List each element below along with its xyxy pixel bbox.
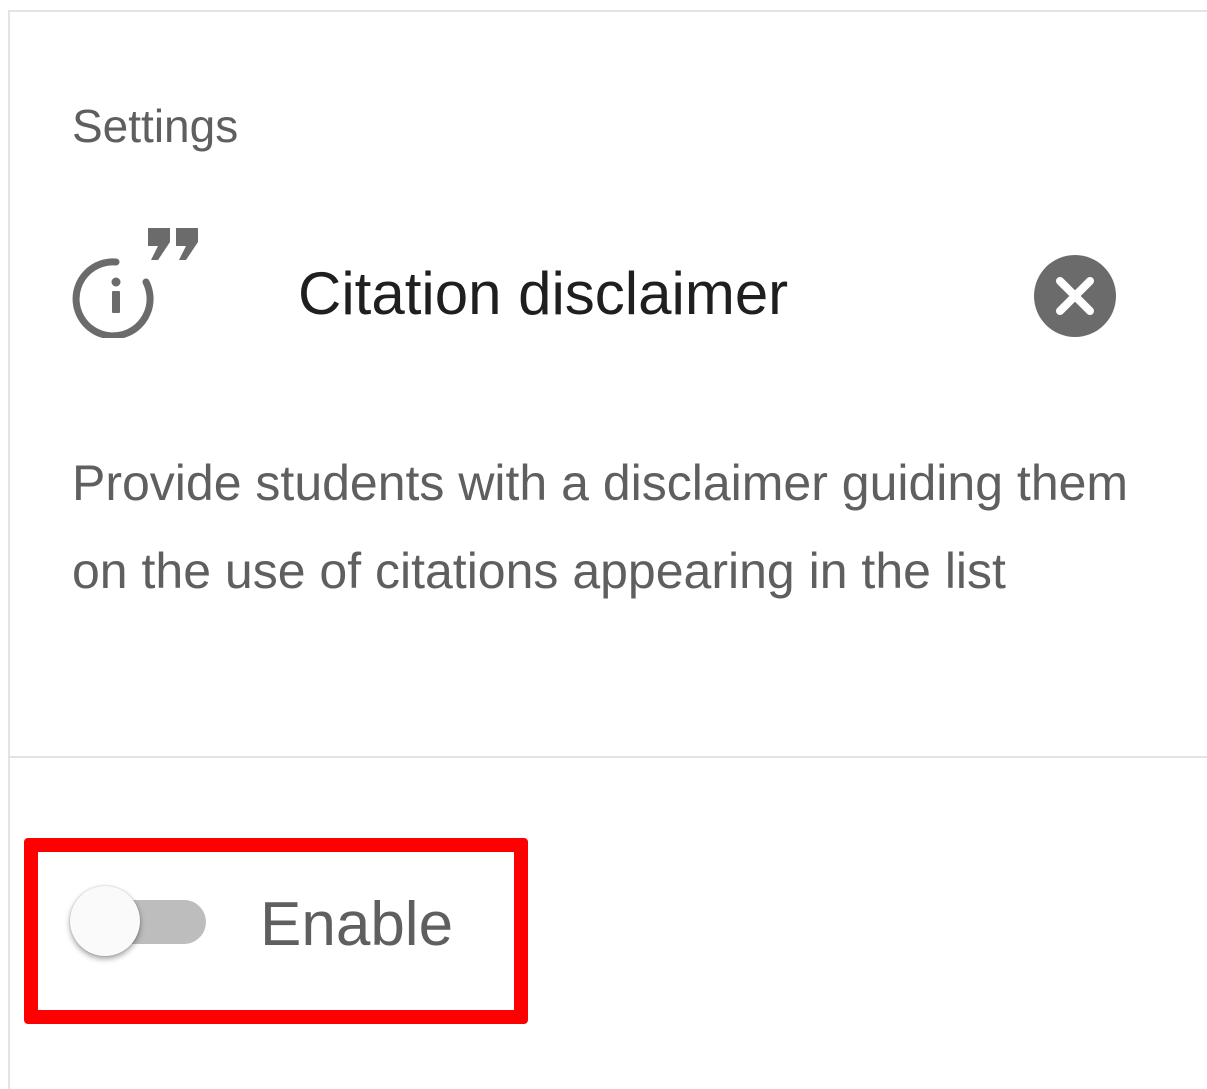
- enable-label[interactable]: Enable: [260, 890, 453, 960]
- citation-disclaimer-header: Citation disclaimer: [72, 220, 1132, 340]
- citation-disclaimer-title: Citation disclaimer: [298, 260, 789, 327]
- settings-panel: Settings Citation disclaimer Provide stu…: [8, 10, 1207, 1089]
- settings-heading: Settings: [72, 100, 239, 152]
- toggle-knob: [70, 886, 140, 956]
- citation-disclaimer-description: Provide students with a disclaimer guidi…: [72, 455, 1129, 599]
- section-divider: [10, 756, 1207, 758]
- info-quote-icon: [72, 220, 202, 340]
- enable-toggle-highlight: Enable: [24, 838, 528, 1024]
- remove-disclaimer-button[interactable]: [1034, 255, 1116, 337]
- close-circle-icon: [1056, 277, 1094, 315]
- enable-toggle[interactable]: [70, 884, 212, 958]
